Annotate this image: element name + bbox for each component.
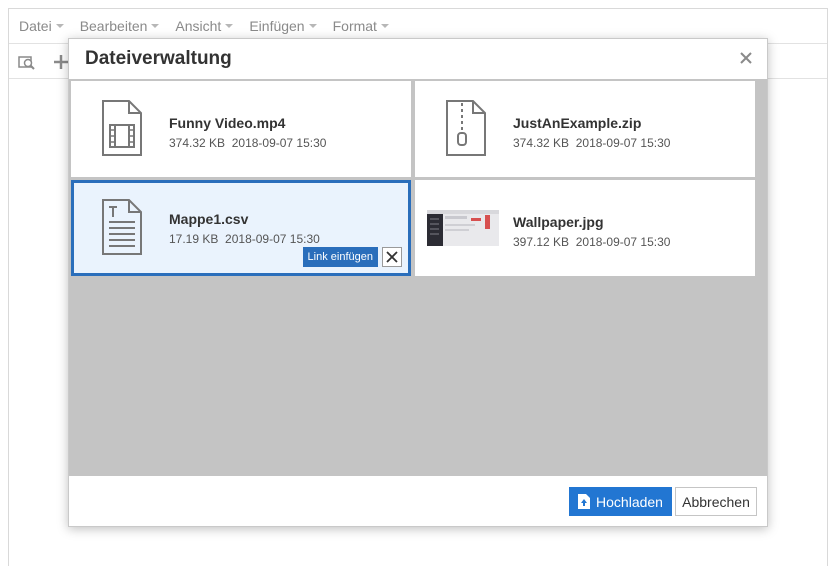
dialog-title: Dateiverwaltung: [85, 48, 232, 69]
close-button[interactable]: [735, 47, 757, 69]
image-search-icon: [18, 56, 35, 70]
file-size: 374.32 KB: [513, 136, 570, 150]
file-meta: 374.32 KB 2018-09-07 15:30: [169, 136, 326, 150]
menu-label: Bearbeiten: [79, 18, 148, 34]
file-date: 2018-09-07 15:30: [231, 136, 327, 150]
caret-down-icon: [55, 24, 64, 28]
file-name: Mappe1.csv: [169, 211, 249, 227]
menu-bearbeiten[interactable]: Bearbeiten: [80, 18, 160, 34]
file-grid: Funny Video.mp4 374.32 KB 2018-09-07 15:…: [69, 79, 767, 476]
dialog-footer: Hochladen Abbrechen: [69, 476, 767, 526]
image-thumbnail: [427, 210, 499, 246]
remove-file-button[interactable]: [382, 247, 402, 267]
file-name: Funny Video.mp4: [169, 115, 286, 131]
file-card[interactable]: Wallpaper.jpg 397.12 KB 2018-09-07 15:30: [415, 180, 755, 276]
file-meta: 17.19 KB 2018-09-07 15:30: [169, 232, 320, 246]
close-icon: [740, 52, 752, 64]
caret-down-icon: [225, 24, 234, 28]
image-search-button[interactable]: [15, 50, 39, 74]
insert-link-button[interactable]: Link einfügen: [302, 247, 378, 267]
file-meta: 397.12 KB 2018-09-07 15:30: [513, 235, 670, 249]
file-card[interactable]: Funny Video.mp4 374.32 KB 2018-09-07 15:…: [71, 81, 411, 177]
dialog-header: Dateiverwaltung: [69, 39, 767, 79]
file-card[interactable]: JustAnExample.zip 374.32 KB 2018-09-07 1…: [415, 81, 755, 177]
file-size: 374.32 KB: [169, 136, 226, 150]
menu-label: Einfügen: [249, 18, 305, 34]
menu-datei[interactable]: Datei: [19, 18, 64, 34]
caret-down-icon: [380, 24, 389, 28]
menu-label: Ansicht: [175, 18, 222, 34]
plus-icon: [54, 55, 68, 69]
file-card-selected[interactable]: Mappe1.csv 17.19 KB 2018-09-07 15:30 Lin…: [71, 180, 411, 276]
close-icon: [386, 251, 398, 263]
upload-button[interactable]: Hochladen: [569, 487, 672, 516]
file-meta: 374.32 KB 2018-09-07 15:30: [513, 136, 670, 150]
video-file-icon: [102, 100, 142, 156]
menu-label: Format: [332, 18, 377, 34]
menu-ansicht[interactable]: Ansicht: [175, 18, 234, 34]
text-file-icon: [102, 199, 142, 255]
upload-file-icon: [578, 494, 591, 509]
file-name: Wallpaper.jpg: [513, 214, 604, 230]
file-date: 2018-09-07 15:30: [575, 235, 671, 249]
caret-down-icon: [308, 24, 317, 28]
upload-label: Hochladen: [596, 493, 663, 510]
file-size: 397.12 KB: [513, 235, 570, 249]
file-name: JustAnExample.zip: [513, 115, 642, 131]
menu-einfuegen[interactable]: Einfügen: [249, 18, 317, 34]
cancel-button[interactable]: Abbrechen: [675, 487, 757, 516]
file-manager-dialog: Dateiverwaltung Funny Video.mp4 374.32 K…: [68, 38, 768, 527]
menu-format[interactable]: Format: [333, 18, 389, 34]
file-date: 2018-09-07 15:30: [575, 136, 671, 150]
file-size: 17.19 KB: [169, 232, 219, 246]
file-date: 2018-09-07 15:30: [225, 232, 320, 246]
caret-down-icon: [151, 24, 160, 28]
zip-file-icon: [446, 100, 486, 156]
menu-label: Datei: [19, 18, 52, 34]
